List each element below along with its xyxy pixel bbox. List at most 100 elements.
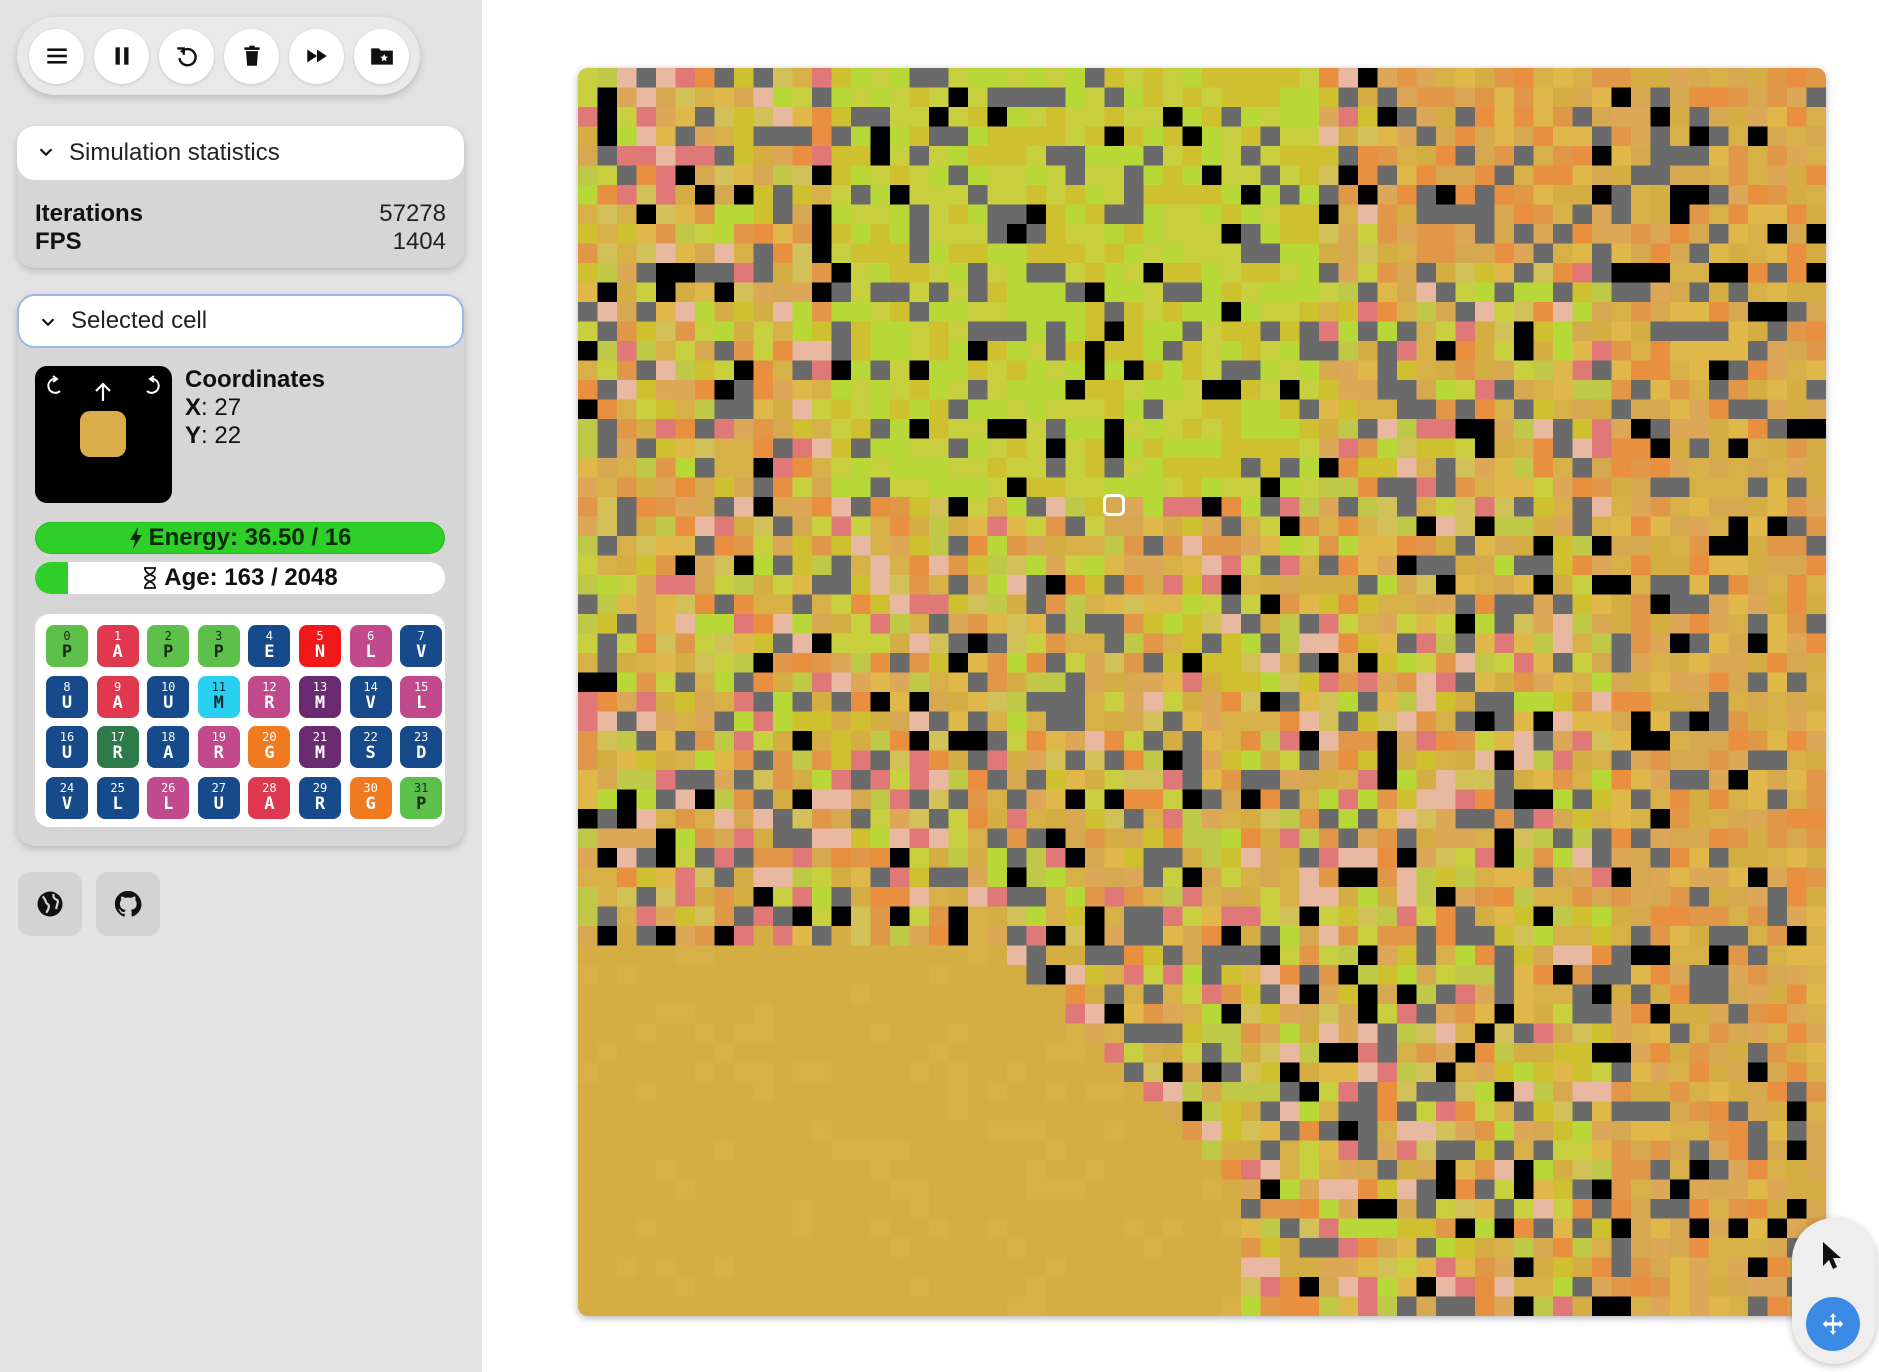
- genome-gene[interactable]: 26 L: [147, 776, 190, 819]
- rotate-left-icon: [47, 375, 61, 394]
- gene-index: 28: [262, 780, 277, 795]
- genome-gene[interactable]: 23 D: [400, 726, 443, 769]
- gene-index: 9: [113, 679, 122, 694]
- gene-code: S: [365, 743, 376, 764]
- gene-index: 17: [110, 730, 125, 745]
- genome-gene[interactable]: 31 P: [400, 776, 443, 819]
- genome-gene[interactable]: 22 S: [349, 726, 392, 769]
- gene-code: R: [264, 692, 275, 713]
- genome-gene[interactable]: 19 R: [197, 726, 240, 769]
- gene-index: 23: [413, 730, 429, 745]
- gene-index: 4: [265, 629, 273, 643]
- stats-panel-header[interactable]: Simulation statistics: [17, 126, 464, 180]
- iterations-value: 57278: [379, 200, 446, 227]
- gene-code: P: [213, 642, 224, 662]
- genome-gene[interactable]: 2P: [147, 625, 190, 667]
- cursor-icon[interactable]: [1820, 1240, 1846, 1272]
- lightning-icon: [129, 527, 142, 549]
- github-link[interactable]: [96, 872, 160, 936]
- gene-code: E: [264, 642, 275, 662]
- coordinate-x: X: 27: [185, 394, 242, 421]
- pause-icon: [115, 47, 128, 65]
- gene-code: M: [314, 692, 326, 713]
- selection-marker: [1103, 494, 1125, 516]
- gene-code: G: [264, 743, 275, 764]
- gene-code: A: [163, 743, 174, 764]
- hourglass-icon: [144, 567, 157, 589]
- genome-gene[interactable]: 21 M: [299, 726, 341, 769]
- genome-gene[interactable]: 8U: [46, 675, 88, 718]
- gene-index: 6: [366, 629, 375, 643]
- gene-index: 31: [413, 780, 429, 795]
- genome-gene[interactable]: 5N: [299, 625, 341, 667]
- gene-index: 11: [211, 679, 227, 694]
- gene-index: 1: [113, 629, 122, 643]
- genome-gene[interactable]: 9A: [96, 675, 139, 718]
- genome-gene[interactable]: 7V: [400, 625, 443, 667]
- genome-gene[interactable]: 6L: [349, 625, 392, 667]
- gene-code: L: [365, 642, 376, 662]
- move-tool-button[interactable]: [1806, 1297, 1860, 1351]
- genome-gene[interactable]: 0P: [46, 625, 88, 667]
- stats-panel-title: Simulation statistics: [69, 139, 280, 166]
- arrow-up-icon: [95, 382, 111, 401]
- gene-index: 15: [413, 679, 429, 694]
- genome-gene[interactable]: 1A: [96, 625, 139, 667]
- genome-gene[interactable]: 18 A: [147, 726, 190, 769]
- gene-code: D: [416, 743, 427, 764]
- gene-index: 2: [164, 629, 172, 643]
- gene-index: 29: [312, 780, 328, 795]
- genome-gene[interactable]: 27 U: [197, 776, 240, 819]
- world-grid[interactable]: [578, 68, 1826, 1316]
- genome-gene[interactable]: 4E: [248, 625, 291, 667]
- gene-index: 8: [63, 679, 71, 694]
- world-canvas[interactable]: [578, 68, 1826, 1316]
- coordinate-y: Y: 22: [185, 422, 242, 449]
- chevron-down-icon: [41, 318, 55, 327]
- energy-bar: Energy: 36.50 / 16: [35, 522, 445, 554]
- menu-button[interactable]: [29, 28, 84, 84]
- genome-gene[interactable]: 12 R: [248, 675, 291, 718]
- gene-code: U: [61, 743, 73, 764]
- restart-button[interactable]: [159, 28, 214, 84]
- gene-index: 7: [417, 629, 425, 643]
- genome-gene[interactable]: 15 L: [400, 675, 443, 718]
- trash-icon: [243, 45, 260, 66]
- genome-gene[interactable]: 13 M: [299, 675, 341, 718]
- gene-code: U: [213, 793, 224, 814]
- coordinates: Coordinates X: 27 Y: 22: [185, 366, 325, 450]
- fps-row: FPS 1404: [17, 228, 464, 256]
- genome-gene[interactable]: 14 V: [349, 675, 392, 718]
- genome-gene[interactable]: 16 U: [46, 726, 88, 769]
- saved-worlds-button[interactable]: [354, 28, 409, 84]
- move-icon: [1822, 1313, 1844, 1335]
- delete-button[interactable]: [224, 28, 279, 84]
- iterations-row: Iterations 57278: [17, 200, 464, 228]
- globe-icon: [37, 891, 63, 917]
- genome-gene[interactable]: 10 U: [147, 675, 190, 718]
- genome-gene[interactable]: 28 A: [248, 776, 291, 819]
- genome-gene[interactable]: 24 V: [46, 776, 88, 819]
- selected-cell-panel-header[interactable]: Selected cell: [17, 294, 464, 348]
- gene-code: A: [112, 692, 123, 713]
- gene-code: G: [365, 793, 376, 814]
- gene-code: A: [264, 793, 275, 814]
- hamburger-icon: [46, 48, 67, 64]
- genome-gene[interactable]: 17 R: [96, 726, 139, 769]
- fps-label: FPS: [35, 228, 82, 255]
- sidebar: Simulation statistics Iterations 57278 F…: [0, 0, 482, 1372]
- genome-gene[interactable]: 20 G: [248, 726, 291, 769]
- fast-forward-icon: [306, 49, 327, 63]
- genome-gene[interactable]: 3P: [197, 625, 240, 667]
- pause-button[interactable]: [94, 28, 149, 84]
- genome-gene[interactable]: 29 R: [299, 776, 341, 819]
- fast-forward-button[interactable]: [289, 28, 344, 84]
- fps-value: 1404: [392, 228, 446, 255]
- genome-gene[interactable]: 25 L: [96, 776, 139, 819]
- iterations-label: Iterations: [35, 200, 144, 227]
- genome-gene[interactable]: 30 G: [349, 776, 392, 819]
- genome-gene[interactable]: 11 M: [197, 675, 240, 718]
- github-icon: [114, 890, 142, 917]
- age-bar: Age: 163 / 2048: [35, 562, 445, 594]
- website-link[interactable]: [18, 872, 82, 936]
